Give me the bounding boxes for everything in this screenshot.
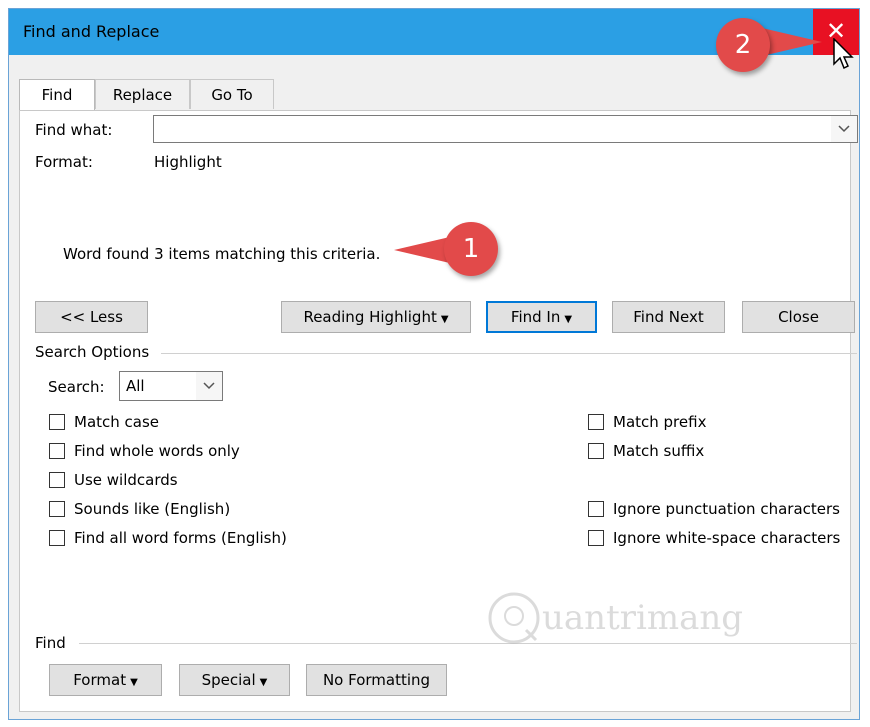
chevron-down-icon [838, 122, 850, 136]
dropdown-arrow-icon: ▼ [440, 314, 449, 325]
use-wildcards-label: Use wildcards [74, 471, 178, 489]
tab-find-label: Find [41, 86, 73, 104]
find-next-button[interactable]: Find Next [612, 301, 725, 333]
match-prefix-checkbox[interactable] [588, 414, 604, 430]
callout-1-badge: 1 [444, 222, 498, 276]
special-button[interactable]: Special ▼ [179, 664, 290, 696]
close-button[interactable]: Close [742, 301, 855, 333]
format-button[interactable]: Format ▼ [49, 664, 162, 696]
word-forms-checkbox[interactable] [49, 530, 65, 546]
find-what-label: Find what: [35, 121, 113, 139]
match-prefix-label: Match prefix [613, 413, 707, 431]
find-in-label: Find In [510, 308, 561, 326]
ignore-punctuation-label: Ignore punctuation characters [613, 500, 840, 518]
format-label: Format: [35, 153, 93, 171]
match-case-checkbox[interactable] [49, 414, 65, 430]
status-message: Word found 3 items matching this criteri… [63, 245, 381, 263]
search-direction-select[interactable]: All [119, 371, 223, 401]
mouse-pointer-icon [833, 37, 855, 74]
ignore-punctuation-checkbox[interactable] [588, 501, 604, 517]
no-formatting-button[interactable]: No Formatting [306, 664, 447, 696]
no-formatting-label: No Formatting [322, 671, 431, 689]
tab-goto-label: Go To [211, 86, 253, 104]
find-group-heading: Find [35, 634, 66, 652]
watermark-text: uantrimang [542, 598, 744, 638]
dropdown-arrow-icon: ▼ [564, 314, 573, 325]
chevron-down-icon [203, 379, 215, 393]
ignore-whitespace-checkbox[interactable] [588, 530, 604, 546]
callout-2-pointer [762, 28, 822, 56]
dropdown-arrow-icon: ▼ [259, 677, 268, 688]
watermark-logo: uantrimang [484, 588, 814, 648]
match-suffix-checkbox[interactable] [588, 443, 604, 459]
whole-words-checkbox[interactable] [49, 443, 65, 459]
format-button-label: Format [73, 671, 127, 689]
tab-find[interactable]: Find [19, 79, 95, 111]
tab-replace[interactable]: Replace [95, 79, 190, 109]
tab-replace-label: Replace [112, 86, 173, 104]
callout-2-number: 2 [734, 30, 752, 60]
match-case-label: Match case [74, 413, 160, 431]
window-title: Find and Replace [23, 22, 160, 41]
search-options-divider [161, 353, 857, 354]
tab-goto[interactable]: Go To [190, 79, 274, 109]
callout-1-number: 1 [462, 234, 480, 264]
search-direction-value: All [126, 377, 145, 395]
ignore-whitespace-label: Ignore white-space characters [613, 529, 841, 547]
special-button-label: Special [201, 671, 256, 689]
find-in-button[interactable]: Find In ▼ [486, 301, 597, 333]
find-what-dropdown-button[interactable] [830, 116, 857, 142]
reading-highlight-button[interactable]: Reading Highlight ▼ [281, 301, 471, 333]
reading-highlight-label: Reading Highlight [303, 308, 437, 326]
search-options-heading: Search Options [35, 343, 150, 361]
less-button[interactable]: << Less [35, 301, 148, 333]
dropdown-arrow-icon: ▼ [130, 677, 138, 688]
find-next-label: Find Next [633, 308, 704, 326]
search-direction-label: Search: [48, 378, 105, 396]
callout-2-badge: 2 [716, 18, 770, 72]
sounds-like-checkbox[interactable] [49, 501, 65, 517]
less-button-label: << Less [60, 308, 123, 326]
use-wildcards-checkbox[interactable] [49, 472, 65, 488]
whole-words-label: Find whole words only [74, 442, 240, 460]
match-suffix-label: Match suffix [613, 442, 705, 460]
close-button-label: Close [778, 308, 819, 326]
sounds-like-label: Sounds like (English) [74, 500, 231, 518]
callout-2: 2 [716, 16, 826, 76]
search-direction-dropdown-button[interactable] [195, 372, 222, 400]
word-forms-label: Find all word forms (English) [74, 529, 287, 547]
format-value: Highlight [154, 153, 222, 171]
callout-1: 1 [390, 220, 502, 280]
find-what-combobox[interactable] [153, 115, 858, 143]
